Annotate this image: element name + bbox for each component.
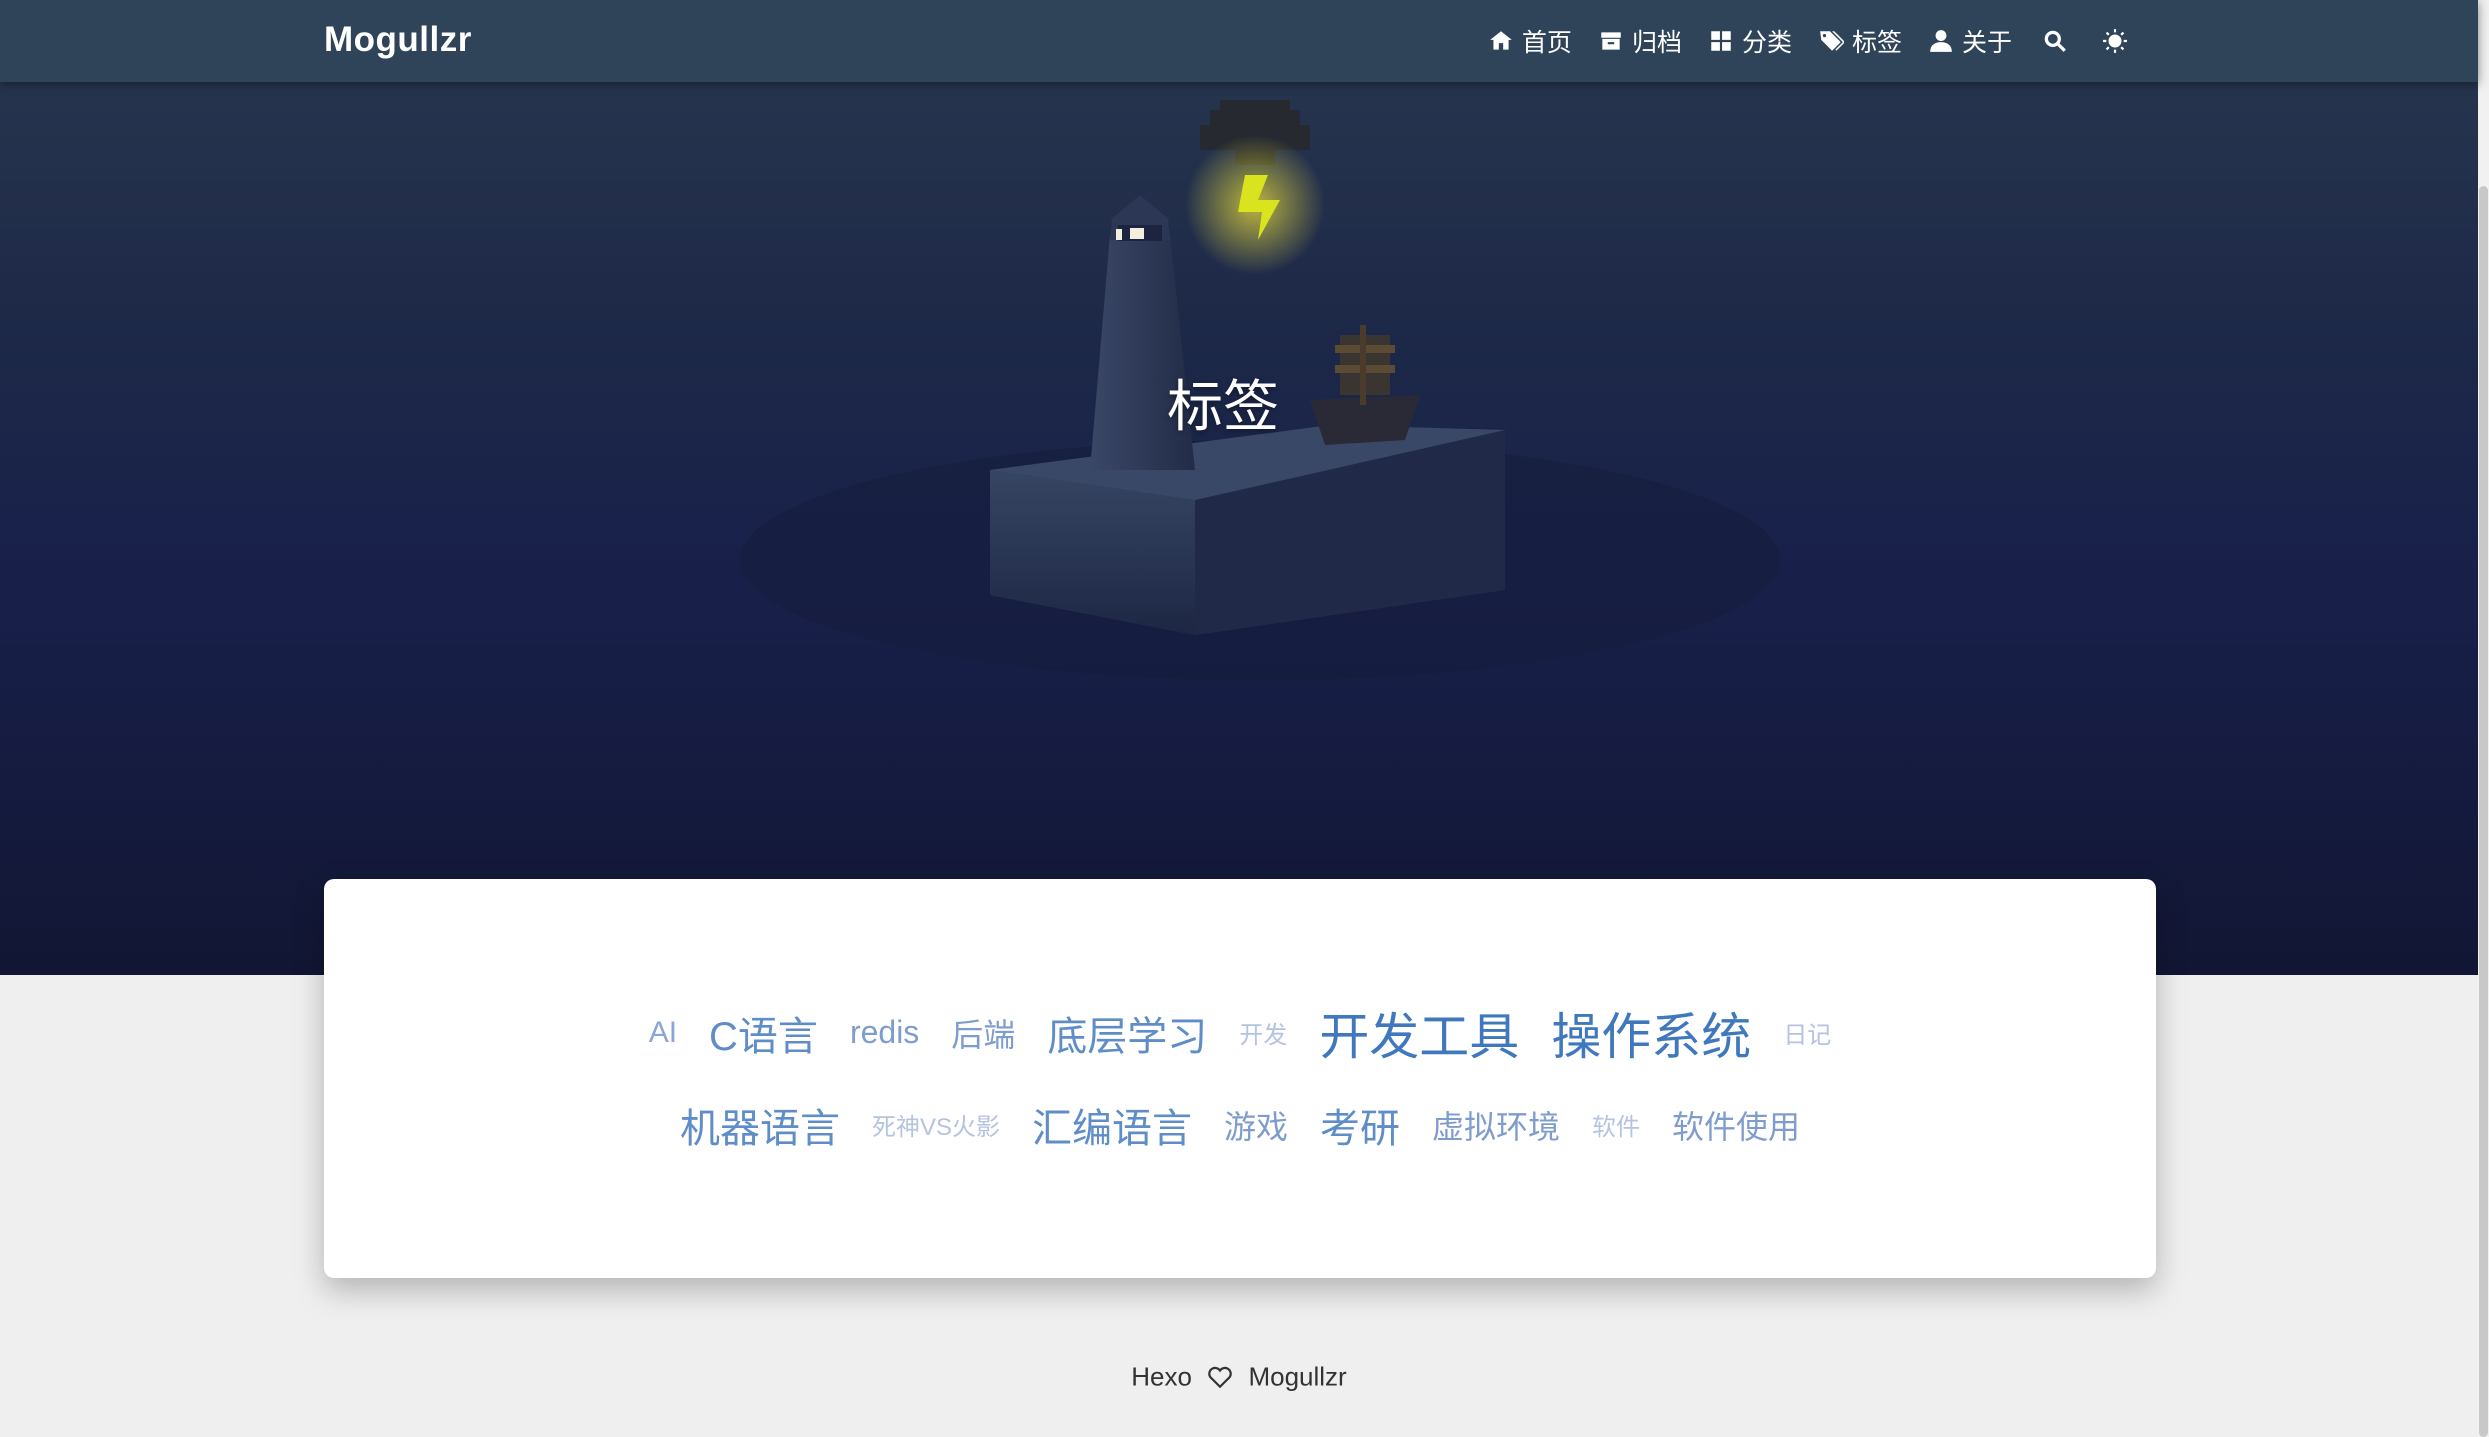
nav-item-label: 归档 (1631, 29, 1682, 57)
tag-link[interactable]: 死神VS火影 (872, 1107, 1000, 1142)
tag-link[interactable]: 操作系统 (1551, 997, 1751, 1069)
nav-item-about[interactable]: 关于 (1928, 23, 2012, 59)
tags-icon (1820, 31, 1844, 51)
grid-icon (1711, 31, 1731, 51)
tag-link[interactable]: redis (850, 1014, 919, 1051)
user-icon (1930, 30, 1952, 52)
theme-toggle-button[interactable] (2098, 24, 2132, 58)
sun-icon (2103, 29, 2127, 53)
tag-link[interactable]: 底层学习 (1047, 1004, 1207, 1062)
nav-item-tags[interactable]: 标签 (1818, 23, 1902, 59)
footer: Hexo Mogullzr (0, 1360, 2478, 1393)
hero-banner: 标签 (0, 0, 2478, 975)
nav-item-archive[interactable]: 归档 (1598, 23, 1682, 59)
hero-illustration (740, 100, 1780, 680)
nav-item-home[interactable]: 首页 (1488, 23, 1572, 59)
heart-icon (1208, 1366, 1233, 1389)
scrollbar-track[interactable] (2478, 0, 2489, 1437)
footer-framework[interactable]: Hexo (1131, 1362, 1192, 1392)
top-navbar: Mogullzr 首页 归档 分类 标签 关于 (0, 0, 2478, 82)
nav-item-label: 首页 (1521, 29, 1572, 57)
nav-item-label: 标签 (1851, 29, 1902, 57)
tag-row: AI C语言 redis 后端 底层学习 开发 开发工具 操作系统 日记 (649, 991, 1832, 1075)
scrollbar-thumb[interactable] (2479, 186, 2488, 1437)
tag-link[interactable]: 软件 (1592, 1107, 1640, 1142)
tag-link[interactable]: 开发工具 (1319, 997, 1519, 1069)
nav-item-categories[interactable]: 分类 (1708, 23, 1792, 59)
tag-link[interactable]: 考研 (1320, 1096, 1400, 1154)
tag-row: 机器语言 死神VS火影 汇编语言 游戏 考研 虚拟环境 软件 软件使用 (680, 1083, 1800, 1167)
tag-link[interactable]: 虚拟环境 (1432, 1102, 1560, 1148)
tag-link[interactable]: 软件使用 (1672, 1102, 1800, 1148)
page-title: 标签 (1167, 375, 1279, 438)
nav-item-label: 分类 (1741, 29, 1792, 57)
home-icon (1490, 31, 1512, 50)
tag-link[interactable]: 汇编语言 (1032, 1096, 1192, 1154)
archive-icon (1601, 32, 1621, 50)
tag-link[interactable]: 日记 (1783, 1015, 1831, 1050)
tag-link[interactable]: C语言 (709, 1004, 818, 1062)
tag-link[interactable]: 游戏 (1224, 1102, 1288, 1148)
nav-item-label: 关于 (1961, 29, 2012, 57)
tag-link[interactable]: 开发 (1239, 1015, 1287, 1050)
tag-cloud-card: AI C语言 redis 后端 底层学习 开发 开发工具 操作系统 日记 机器语言 死神VS火影汇… (324, 879, 2156, 1278)
tag-link[interactable]: 机器语言 (680, 1096, 840, 1154)
page: 标签 Mogullzr 首页 归档 分类 标签 关于 AI C语言 redis … (0, 0, 2489, 1437)
tag-link[interactable]: 后端 (951, 1010, 1015, 1056)
tag-link[interactable]: AI (649, 1016, 677, 1050)
search-button[interactable] (2038, 24, 2072, 58)
site-brand[interactable]: Mogullzr (324, 20, 472, 60)
search-icon (2044, 30, 2066, 52)
nav-menu: 首页 归档 分类 标签 关于 (1488, 0, 2132, 82)
footer-author[interactable]: Mogullzr (1248, 1362, 1346, 1392)
tag-cloud: AI C语言 redis 后端 底层学习 开发 开发工具 操作系统 日记 机器语言 死神VS火影汇… (324, 879, 2156, 1278)
